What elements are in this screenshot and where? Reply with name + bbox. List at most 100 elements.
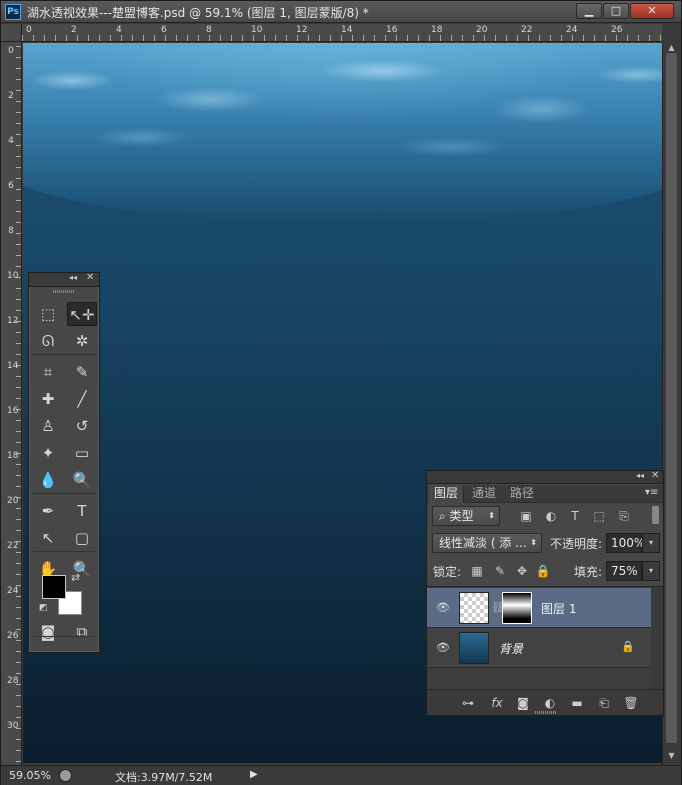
link-layers-icon[interactable]: ⊶: [459, 694, 477, 712]
ruler-label: 28: [7, 676, 19, 686]
image-filter-icon[interactable]: ▣: [517, 506, 535, 526]
layer-name[interactable]: 图层 1: [541, 600, 576, 617]
panel-menu-icon[interactable]: ▾≡: [645, 487, 658, 498]
path-selection-tool[interactable]: ↖: [33, 526, 63, 550]
layer-list: 👁 ⛓ 图层 1 👁 背景 🔒: [427, 586, 663, 690]
move-tool[interactable]: ↖✛: [67, 302, 97, 326]
add-mask-icon[interactable]: ◙: [514, 694, 532, 712]
new-layer-icon[interactable]: ⎗: [595, 694, 613, 712]
rect-marquee-tool[interactable]: ⬚: [33, 302, 63, 326]
fill-input[interactable]: 75%: [606, 561, 642, 581]
ruler-label: 0: [26, 25, 32, 35]
foreground-color-swatch[interactable]: [42, 575, 66, 599]
smart-object-filter-icon[interactable]: ⎘: [615, 506, 633, 526]
status-info-icon[interactable]: [59, 769, 72, 782]
tab-layers[interactable]: 图层: [429, 485, 465, 503]
horizontal-ruler[interactable]: 0 2 4 6 8 10 12 14 16 18 20 22 24 26: [22, 24, 662, 42]
close-button[interactable]: ✕: [630, 3, 674, 19]
layer-mask-thumbnail[interactable]: [502, 592, 532, 624]
tool-separator: [33, 354, 95, 355]
visibility-eye-icon[interactable]: 👁: [435, 640, 451, 656]
shape-tool[interactable]: ▢: [67, 526, 97, 550]
screen-mode-tool[interactable]: ⧉: [67, 620, 97, 644]
fill-dropdown-icon[interactable]: ▾: [642, 561, 660, 581]
tab-paths[interactable]: 路径: [505, 485, 539, 503]
close-icon[interactable]: ✕: [86, 272, 94, 283]
layer-name[interactable]: 背景: [499, 640, 523, 657]
title-bar[interactable]: Ps 湖水透视效果---楚盟博客.psd @ 59.1% (图层 1, 图层蒙版…: [1, 1, 681, 23]
adjustment-layer-icon[interactable]: ◐: [541, 694, 559, 712]
maximize-button[interactable]: □: [603, 3, 629, 19]
default-colors-icon[interactable]: ◩: [39, 603, 48, 613]
opacity-label: 不透明度:: [550, 537, 603, 551]
tools-panel-header[interactable]: ◂◂ ✕: [29, 272, 99, 287]
ruler-label: 26: [7, 631, 19, 641]
layer-filter-select[interactable]: ⌕ 类型 ⬍: [432, 506, 500, 526]
dodge-tool[interactable]: 🔍: [67, 468, 97, 492]
layers-scrollbar[interactable]: [651, 587, 663, 690]
zoom-level[interactable]: 59.05%: [9, 769, 51, 782]
healing-brush-tool[interactable]: ✚: [33, 387, 63, 411]
eyedropper-tool[interactable]: ✎: [67, 360, 97, 384]
layer-filter-value: ⌕ 类型: [439, 509, 474, 523]
tab-channels[interactable]: 通道: [467, 485, 501, 503]
collapse-icon[interactable]: ◂◂: [69, 273, 77, 282]
ruler-label: 14: [7, 361, 19, 371]
opacity-dropdown-icon[interactable]: ▾: [642, 533, 660, 553]
ruler-origin[interactable]: [1, 24, 22, 42]
filter-toggle[interactable]: [652, 506, 659, 524]
history-brush-tool[interactable]: ↺: [67, 414, 97, 438]
quick-mask-tool[interactable]: ◙: [33, 620, 63, 644]
eraser-tool[interactable]: ✦: [33, 441, 63, 465]
shape-filter-icon[interactable]: ⬚: [590, 506, 608, 526]
zoom-tool[interactable]: 🔍: [67, 557, 97, 581]
adjustment-filter-icon[interactable]: ◐: [542, 506, 560, 526]
ruler-label: 4: [8, 136, 14, 146]
clone-stamp-tool[interactable]: ♙: [33, 414, 63, 438]
ruler-label: 20: [476, 25, 488, 35]
type-tool[interactable]: T: [67, 499, 97, 523]
gradient-tool[interactable]: ▭: [67, 441, 97, 465]
scroll-up-arrow-icon[interactable]: ▲: [666, 43, 677, 53]
layer-row-layer1[interactable]: 👁 ⛓ 图层 1: [427, 588, 651, 628]
ruler-ticks: [16, 24, 21, 766]
ruler-label: 18: [431, 25, 443, 35]
type-filter-icon[interactable]: T: [566, 506, 584, 526]
crop-tool[interactable]: ⌗: [33, 360, 63, 384]
scroll-thumb[interactable]: [666, 53, 677, 743]
lasso-tool[interactable]: ᘏ: [33, 329, 63, 353]
collapse-icon[interactable]: ◂◂: [636, 471, 644, 480]
vertical-ruler[interactable]: 02468101214161820222426283032: [1, 24, 22, 766]
status-menu-arrow-icon[interactable]: ▶: [250, 769, 258, 780]
blur-tool[interactable]: 💧: [33, 468, 63, 492]
ruler-label: 24: [566, 25, 578, 35]
panel-grip[interactable]: [535, 711, 557, 714]
delete-layer-icon[interactable]: 🗑: [622, 694, 640, 712]
minimize-button[interactable]: ▁: [576, 3, 602, 19]
layer-thumbnail[interactable]: [459, 632, 489, 664]
layer-row-background[interactable]: 👁 背景 🔒: [427, 628, 651, 668]
magic-wand-tool[interactable]: ✲: [67, 329, 97, 353]
close-icon[interactable]: ✕: [651, 470, 659, 481]
layer-thumbnail[interactable]: [459, 592, 489, 624]
lock-pixels-icon[interactable]: ✎: [491, 561, 509, 581]
fx-icon[interactable]: fx: [488, 694, 506, 712]
new-group-icon[interactable]: ▬: [568, 694, 586, 712]
blend-mode-select[interactable]: 线性减淡 ( 添 ... ⬍: [432, 533, 542, 553]
lock-all-icon[interactable]: 🔒: [534, 561, 552, 581]
visibility-eye-icon[interactable]: 👁: [435, 600, 451, 616]
brush-tool[interactable]: ╱: [67, 387, 97, 411]
select-arrow-icon: ⬍: [488, 511, 495, 520]
ruler-label: 8: [206, 25, 212, 35]
pen-tool[interactable]: ✒: [33, 499, 63, 523]
layers-panel-header[interactable]: ◂◂ ✕: [427, 470, 663, 484]
opacity-input[interactable]: 100%: [606, 533, 645, 553]
horizontal-scrollbar[interactable]: [263, 768, 663, 782]
vertical-scrollbar[interactable]: ▲ ▼: [662, 43, 680, 765]
scroll-down-arrow-icon[interactable]: ▼: [666, 751, 677, 761]
lock-position-icon[interactable]: ✥: [513, 561, 531, 581]
lock-transparent-icon[interactable]: ▦: [468, 561, 486, 581]
layers-panel: ◂◂ ✕ 图层 通道 路径 ▾≡ ⌕ 类型 ⬍ ▣ ◐ T ⬚ ⎘ 线性减淡 (…: [426, 470, 664, 716]
panel-grip[interactable]: [53, 290, 75, 293]
tool-separator: [33, 493, 95, 494]
